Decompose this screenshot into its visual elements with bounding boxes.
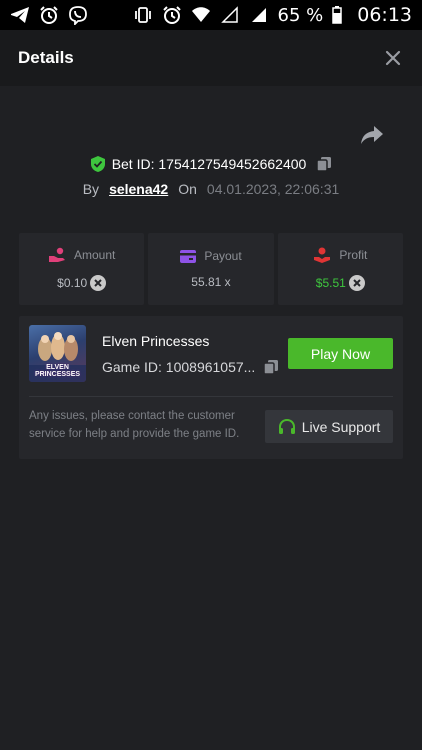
game-thumbnail-title: ELVEN PRINCESSES (34, 364, 81, 378)
stat-profit-value-row: $5.51 (316, 275, 365, 291)
copy-icon (263, 360, 279, 375)
status-bar-right: 65 % 06:13 (133, 4, 412, 26)
stat-payout-label: Payout (204, 249, 242, 263)
bet-id-row: Bet ID: 1754127549452662400 (0, 153, 422, 175)
game-card: ELVEN PRINCESSES Elven Princesses Game I… (19, 316, 403, 459)
copy-game-id-button[interactable] (263, 359, 279, 375)
live-support-button[interactable]: Live Support (265, 410, 393, 443)
game-id-row: Game ID: 1008961057... (102, 359, 279, 375)
close-button[interactable] (382, 47, 404, 69)
bet-meta-row: By selena42 On 04.01.2023, 22:06:31 (0, 179, 422, 199)
viber-icon (68, 5, 88, 25)
share-button[interactable] (360, 124, 384, 146)
stat-amount-label: Amount (73, 248, 116, 262)
stat-amount-value-row: $0.10 (57, 275, 107, 291)
stat-profit-label: Profit (339, 248, 368, 262)
game-name: Elven Princesses (102, 333, 210, 349)
stat-amount: Amount $0.10 (19, 233, 145, 305)
copy-icon (316, 157, 332, 172)
username-link[interactable]: selena42 (109, 181, 168, 197)
card-divider (29, 396, 393, 397)
play-now-button[interactable]: Play Now (288, 338, 393, 369)
bet-id: Bet ID: 1754127549452662400 (111, 156, 307, 172)
hand-coins-icon (48, 247, 66, 263)
game-thumbnail[interactable]: ELVEN PRINCESSES (29, 325, 86, 382)
details-header: Details (0, 30, 422, 86)
stat-amount-label-row: Amount (48, 247, 115, 263)
stat-profit-label-row: Profit (313, 247, 367, 263)
shield-check-icon (90, 155, 106, 173)
signal-full-icon (249, 5, 269, 25)
status-bar-left (10, 5, 88, 25)
support-message: Any issues, please contact the customer … (29, 410, 240, 440)
stat-amount-value: $0.10 (57, 276, 88, 290)
close-icon (385, 50, 401, 66)
copy-bet-id-button[interactable] (316, 156, 332, 172)
stat-payout-label-row: Payout (180, 249, 242, 263)
bet-date: 04.01.2023, 22:06:31 (206, 181, 340, 197)
battery-icon (332, 5, 342, 25)
coin-icon (90, 275, 107, 291)
by-label: By (82, 181, 100, 197)
share-icon (361, 126, 383, 144)
status-bar: 65 % 06:13 (0, 0, 422, 30)
status-time: 06:13 (357, 4, 412, 26)
signal-empty-icon (220, 5, 240, 25)
telegram-icon (10, 5, 30, 25)
game-id: Game ID: 1008961057... (102, 359, 256, 375)
page-title: Details (18, 48, 74, 67)
stat-profit: Profit $5.51 (277, 233, 403, 305)
stat-profit-value: $5.51 (315, 276, 346, 290)
live-support-label: Live Support (301, 418, 381, 435)
bet-stats: Amount $0.10 Payout 55.81 x Profit $5.51 (19, 233, 403, 305)
headset-icon (278, 418, 296, 436)
alarm-icon (39, 5, 59, 25)
on-label: On (178, 181, 197, 197)
alarm-icon (162, 5, 182, 25)
coin-icon (348, 275, 365, 291)
vibrate-icon (133, 5, 153, 25)
stat-payout: Payout 55.81 x (148, 233, 274, 305)
stat-payout-value: 55.81 x (191, 275, 231, 289)
profit-icon (313, 247, 331, 263)
wifi-icon (191, 5, 211, 25)
battery-percent: 65 % (277, 4, 324, 26)
stat-payout-value-row: 55.81 x (191, 275, 230, 289)
card-icon (180, 249, 197, 263)
